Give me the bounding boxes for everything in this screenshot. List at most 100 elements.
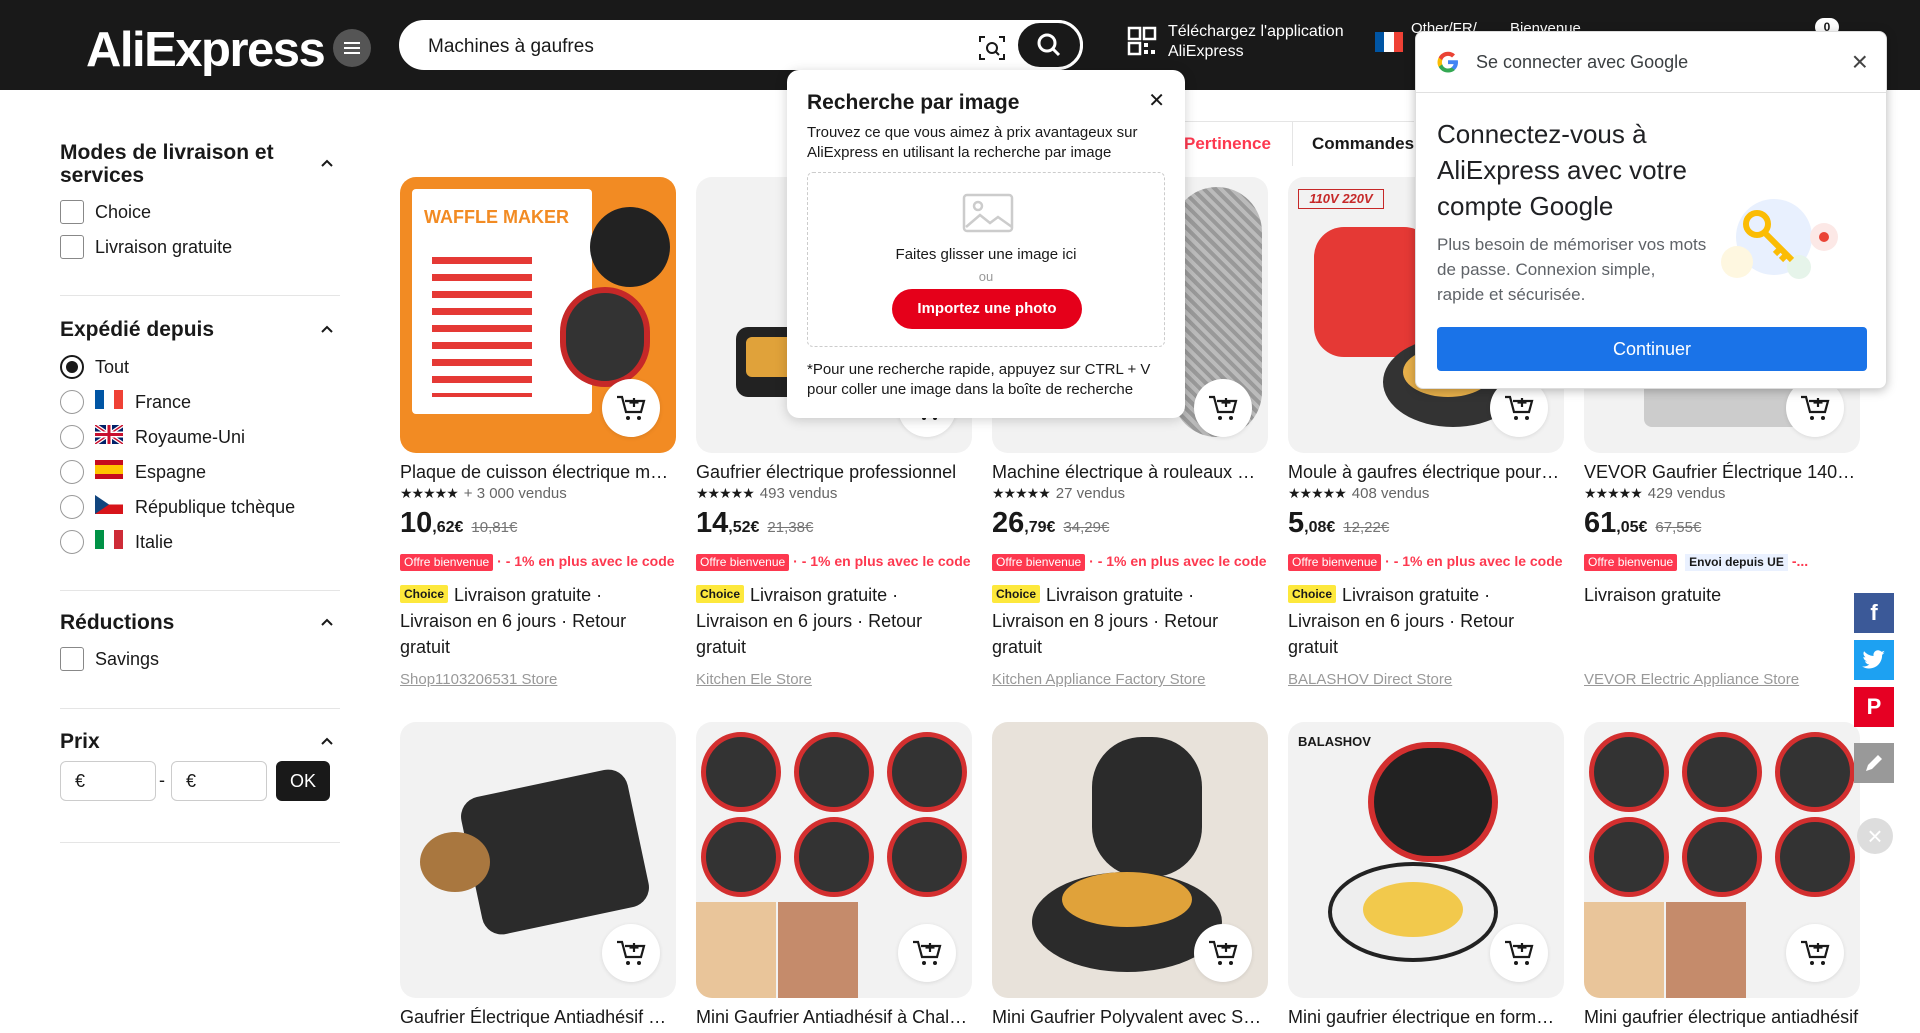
twitter-share-icon[interactable]	[1854, 640, 1894, 680]
drop-text: Faites glisser une image ici	[895, 246, 1077, 263]
choice-badge: Choice	[696, 585, 745, 603]
add-to-cart-button[interactable]	[1194, 924, 1252, 982]
price-int: 5	[1288, 507, 1305, 539]
sort-relevance-tab[interactable]: Pertinence	[1184, 134, 1271, 154]
product-image[interactable]: WAFFLE MAKER	[400, 177, 676, 453]
offer-text: -...	[1791, 553, 1809, 569]
option-label: Livraison gratuite	[95, 237, 233, 257]
product-title[interactable]: Mini gaufrier électrique en forme de	[1288, 1006, 1564, 1028]
search-button[interactable]	[1015, 20, 1083, 70]
chevron-up-icon[interactable]	[320, 322, 334, 336]
chevron-up-icon[interactable]	[320, 734, 334, 748]
upload-photo-button[interactable]: Importez une photo	[892, 289, 1082, 329]
product-image[interactable]: BALASHOV	[1288, 722, 1564, 998]
discounts-title[interactable]: Réductions	[60, 611, 174, 634]
pencil-icon	[1866, 755, 1882, 771]
option-label: Royaume-Uni	[135, 427, 246, 447]
product-title[interactable]: Gaufrier Électrique Antiadhésif pour	[400, 1006, 676, 1028]
checkbox-free-shipping[interactable]	[60, 235, 84, 259]
image-search-popup: Recherche par image ✕ Trouvez ce que vou…	[787, 70, 1185, 418]
cart-plus-icon	[1801, 395, 1830, 420]
welcome-offer-badge: Offre bienvenue	[1288, 554, 1382, 571]
product-image[interactable]	[1584, 722, 1860, 998]
old-price: 67,55€	[1655, 519, 1702, 536]
category-menu-button[interactable]	[333, 29, 371, 67]
product-image[interactable]	[400, 722, 676, 998]
product-title[interactable]: Machine électrique à rouleaux Roulés	[992, 461, 1268, 483]
stars-icon: ★★★★★	[1288, 485, 1347, 501]
search-bar[interactable]: Machines à gaufres	[399, 20, 1083, 70]
store-link[interactable]: BALASHOV Direct Store	[1288, 671, 1452, 688]
add-to-cart-button[interactable]	[1786, 924, 1844, 982]
product-title[interactable]: Moule à gaufres électrique pour petit	[1288, 461, 1564, 483]
offer-text: · - 1% en plus avec le code	[1089, 553, 1267, 569]
chevron-up-icon[interactable]	[320, 156, 334, 170]
continue-button[interactable]: Continuer	[1437, 327, 1867, 371]
app-line-1: Téléchargez l'application	[1168, 23, 1344, 40]
delivery-filter-title[interactable]: Modes de livraison et services	[60, 141, 300, 187]
product-image[interactable]	[696, 722, 972, 998]
sold-count: + 3 000 vendus	[463, 485, 567, 502]
store-link[interactable]: Kitchen Ele Store	[696, 671, 812, 688]
option-label: France	[135, 392, 192, 412]
checkbox-savings[interactable]	[60, 647, 84, 671]
price-title[interactable]: Prix	[60, 730, 100, 753]
chevron-up-icon[interactable]	[320, 615, 334, 629]
add-to-cart-button[interactable]	[602, 924, 660, 982]
close-share-icon[interactable]: ×	[1857, 818, 1893, 854]
store-link[interactable]: Kitchen Appliance Factory Store	[992, 671, 1205, 688]
store-link[interactable]: Shop1103206531 Store	[400, 671, 557, 688]
price-max-input[interactable]: €	[171, 761, 267, 801]
google-signin-popup: Se connecter avec Google × Connectez-vou…	[1415, 31, 1887, 389]
image-drop-zone[interactable]: Faites glisser une image ici ou Importez…	[807, 172, 1165, 347]
product-title[interactable]: Gaufrier électrique professionnel	[696, 461, 972, 483]
product-title[interactable]: Mini Gaufrier Polyvalent avec Surface	[992, 1006, 1268, 1028]
ship-from-title[interactable]: Expédié depuis	[60, 318, 214, 341]
product-price: 10,62€ 10,81€	[400, 507, 517, 540]
pinterest-share-icon[interactable]: P	[1854, 687, 1894, 727]
product-title[interactable]: Mini gaufrier électrique antiadhésif	[1584, 1006, 1860, 1028]
product-rating: ★★★★★ 429 vendus	[1584, 484, 1725, 503]
price-min-input[interactable]: €	[60, 761, 156, 801]
add-to-cart-button[interactable]	[602, 379, 660, 437]
edit-icon[interactable]	[1854, 743, 1894, 783]
radio-spain[interactable]	[60, 460, 84, 484]
hamburger-icon	[344, 42, 360, 54]
product-title[interactable]: Mini Gaufrier Antiadhésif à Chaleur	[696, 1006, 972, 1028]
facebook-share-icon[interactable]: f	[1854, 593, 1894, 633]
radio-all[interactable]	[60, 355, 84, 379]
sold-count: 27 vendus	[1055, 485, 1125, 502]
price-int: 61	[1584, 507, 1617, 539]
close-icon[interactable]: ×	[1852, 46, 1868, 78]
close-icon[interactable]: ✕	[1148, 88, 1165, 113]
price-dec: ,79€	[1024, 519, 1056, 536]
checkbox-choice[interactable]	[60, 200, 84, 224]
store-link[interactable]: VEVOR Electric Appliance Store	[1584, 671, 1799, 688]
radio-uk[interactable]	[60, 425, 84, 449]
product-image[interactable]	[992, 722, 1268, 998]
add-to-cart-button[interactable]	[1490, 924, 1548, 982]
offer-line: Offre bienvenue · - 1% en plus avec le co…	[400, 552, 676, 571]
price-ok-button[interactable]: OK	[276, 761, 330, 801]
product-title[interactable]: VEVOR Gaufrier Électrique 1400W	[1584, 461, 1860, 483]
cart-plus-icon	[1505, 395, 1534, 420]
welcome-offer-badge: Offre bienvenue	[400, 554, 494, 571]
welcome-offer-badge: Offre bienvenue	[696, 554, 790, 571]
add-to-cart-button[interactable]	[1194, 379, 1252, 437]
cart-plus-icon	[617, 395, 646, 420]
search-input[interactable]: Machines à gaufres	[428, 36, 594, 58]
shipping-info: Choice Livraison gratuite · Livraison en …	[696, 582, 972, 660]
cart-plus-icon	[617, 940, 646, 965]
radio-czech[interactable]	[60, 495, 84, 519]
offer-text: · - 1% en plus avec le code	[793, 553, 971, 569]
cart-plus-icon	[1505, 940, 1534, 965]
brand-label: BALASHOV	[1298, 734, 1371, 749]
sort-orders-tab[interactable]: Commandes	[1312, 134, 1414, 154]
image-search-icon[interactable]	[977, 33, 1007, 63]
radio-italy[interactable]	[60, 530, 84, 554]
add-to-cart-button[interactable]	[898, 924, 956, 982]
product-title[interactable]: Plaque de cuisson électrique multifoncti…	[400, 461, 676, 483]
radio-france[interactable]	[60, 390, 84, 414]
product-rating: ★★★★★ 493 vendus	[696, 484, 837, 503]
aliexpress-logo[interactable]: AliExpress	[86, 22, 326, 78]
